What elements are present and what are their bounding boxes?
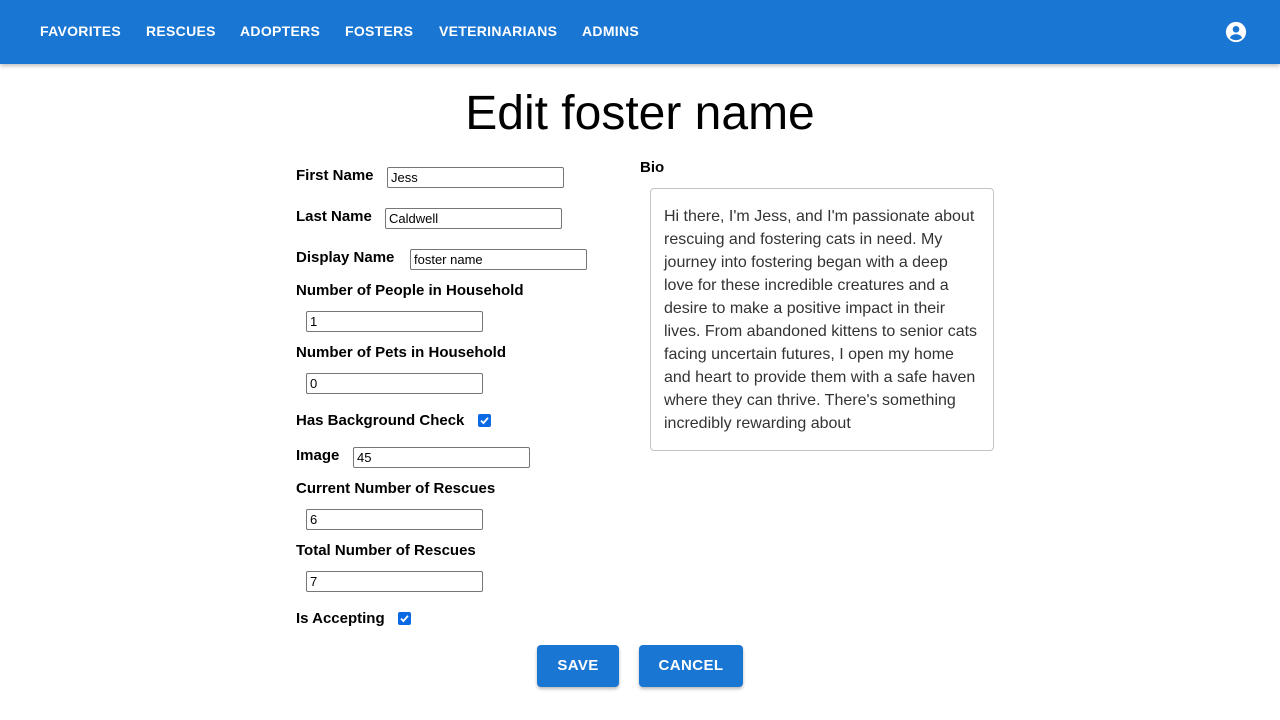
people-in-household-label: Number of People in Household [296, 282, 524, 299]
pets-in-household-input[interactable] [306, 373, 483, 394]
nav-veterinarians[interactable]: VETERINARIANS [439, 0, 557, 64]
nav-adopters[interactable]: ADOPTERS [240, 0, 320, 64]
account-circle-icon[interactable] [1225, 21, 1247, 43]
total-rescues-label: Total Number of Rescues [296, 542, 476, 559]
last-name-input[interactable] [385, 208, 562, 229]
display-name-input[interactable] [410, 249, 587, 270]
nav-admins[interactable]: ADMINS [582, 0, 639, 64]
first-name-input[interactable] [387, 167, 564, 188]
nav-favorites[interactable]: FAVORITES [40, 0, 121, 64]
pets-in-household-label: Number of Pets in Household [296, 344, 507, 361]
image-input[interactable] [353, 447, 530, 468]
checkmark-icon [480, 417, 489, 425]
save-button[interactable]: SAVE [537, 645, 619, 687]
top-app-bar: FAVORITES RESCUES ADOPTERS FOSTERS VETER… [0, 0, 1280, 64]
first-name-label: First Name [296, 167, 374, 184]
bio-label: Bio [640, 159, 665, 176]
is-accepting-label: Is Accepting [296, 610, 385, 627]
bio-text: Hi there, I'm Jess, and I'm passionate a… [664, 208, 978, 432]
last-name-label: Last Name [296, 208, 372, 225]
bio-textarea[interactable]: Hi there, I'm Jess, and I'm passionate a… [650, 188, 994, 451]
total-rescues-input[interactable] [306, 571, 483, 592]
current-rescues-label: Current Number of Rescues [296, 480, 496, 497]
is-accepting-checkbox[interactable] [398, 612, 411, 625]
background-check-checkbox[interactable] [478, 414, 491, 427]
current-rescues-input[interactable] [306, 509, 483, 530]
nav-rescues[interactable]: RESCUES [146, 0, 216, 64]
image-label: Image [296, 447, 340, 464]
people-in-household-input[interactable] [306, 311, 483, 332]
nav-fosters[interactable]: FOSTERS [345, 0, 413, 64]
background-check-label: Has Background Check [296, 412, 465, 429]
cancel-button[interactable]: CANCEL [639, 645, 743, 687]
page-title: Edit foster name [465, 87, 815, 140]
display-name-label: Display Name [296, 249, 395, 266]
checkmark-icon [400, 615, 409, 623]
